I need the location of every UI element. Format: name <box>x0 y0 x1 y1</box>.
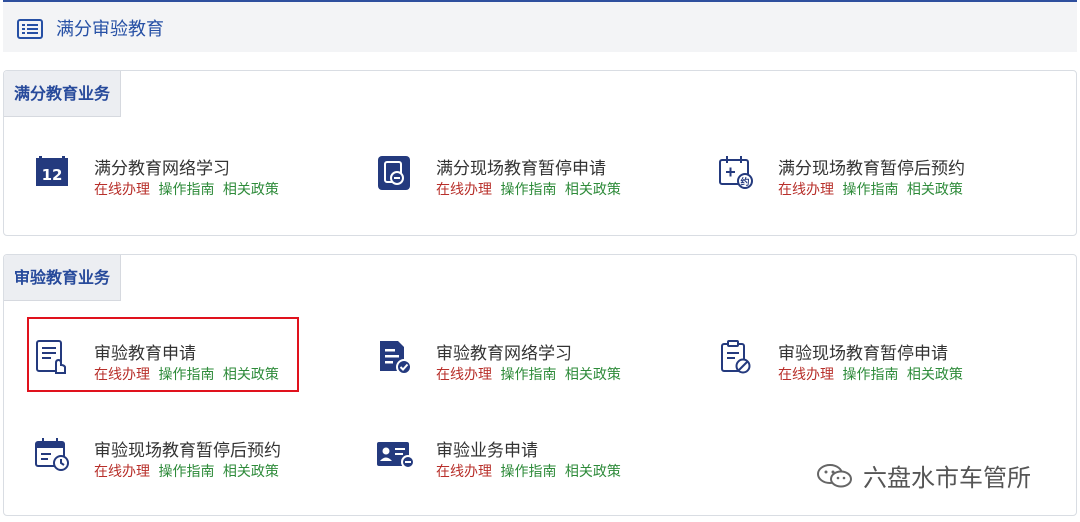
svg-text:12: 12 <box>42 166 63 184</box>
online-link[interactable]: 在线办理 <box>778 367 834 383</box>
guide-link[interactable]: 操作指南 <box>500 464 556 480</box>
service-name: 审验教育网络学习 <box>436 344 572 364</box>
online-link[interactable]: 在线办理 <box>436 464 492 480</box>
svg-text:约: 约 <box>740 176 749 188</box>
service-name: 审验现场教育暂停申请 <box>778 344 948 364</box>
clipboard-pause-icon <box>718 339 754 375</box>
guide-link[interactable]: 操作指南 <box>500 367 556 383</box>
policy-link[interactable]: 相关政策 <box>565 367 621 383</box>
id-card-icon <box>376 436 415 472</box>
guide-link[interactable]: 操作指南 <box>158 182 214 198</box>
highlight-box <box>27 317 299 392</box>
document-check-icon <box>376 339 412 375</box>
wechat-icon <box>815 462 855 496</box>
policy-link[interactable]: 相关政策 <box>907 182 963 198</box>
guide-link[interactable]: 操作指南 <box>500 182 556 198</box>
list-icon <box>17 19 43 43</box>
network-study-icon: 12 <box>34 154 70 190</box>
policy-link[interactable]: 相关政策 <box>223 464 279 480</box>
guide-link[interactable]: 操作指南 <box>158 464 214 480</box>
online-link[interactable]: 在线办理 <box>778 182 834 198</box>
calendar-clock-icon <box>34 436 70 472</box>
policy-link[interactable]: 相关政策 <box>223 182 279 198</box>
watermark-text: 六盘水市车管所 <box>863 464 1031 492</box>
policy-link[interactable]: 相关政策 <box>907 367 963 383</box>
online-link[interactable]: 在线办理 <box>436 182 492 198</box>
page-header: 满分审验教育 <box>3 0 1077 52</box>
service-name: 满分现场教育暂停申请 <box>436 159 606 179</box>
policy-link[interactable]: 相关政策 <box>565 182 621 198</box>
service-name: 审验业务申请 <box>436 441 538 461</box>
online-link[interactable]: 在线办理 <box>94 464 150 480</box>
online-link[interactable]: 在线办理 <box>436 367 492 383</box>
service-name: 满分现场教育暂停后预约 <box>778 159 965 179</box>
pause-request-icon <box>376 154 412 190</box>
online-link[interactable]: 在线办理 <box>94 182 150 198</box>
section-full-score-education: 满分教育业务 <box>3 70 1077 236</box>
section-title: 满分教育业务 <box>4 71 122 117</box>
service-name: 满分教育网络学习 <box>94 159 230 179</box>
guide-link[interactable]: 操作指南 <box>842 367 898 383</box>
calendar-appointment-icon: 约 <box>718 154 754 190</box>
policy-link[interactable]: 相关政策 <box>565 464 621 480</box>
guide-link[interactable]: 操作指南 <box>842 182 898 198</box>
page-title: 满分审验教育 <box>56 19 164 40</box>
section-title: 审验教育业务 <box>4 255 122 301</box>
service-name: 审验现场教育暂停后预约 <box>94 441 281 461</box>
